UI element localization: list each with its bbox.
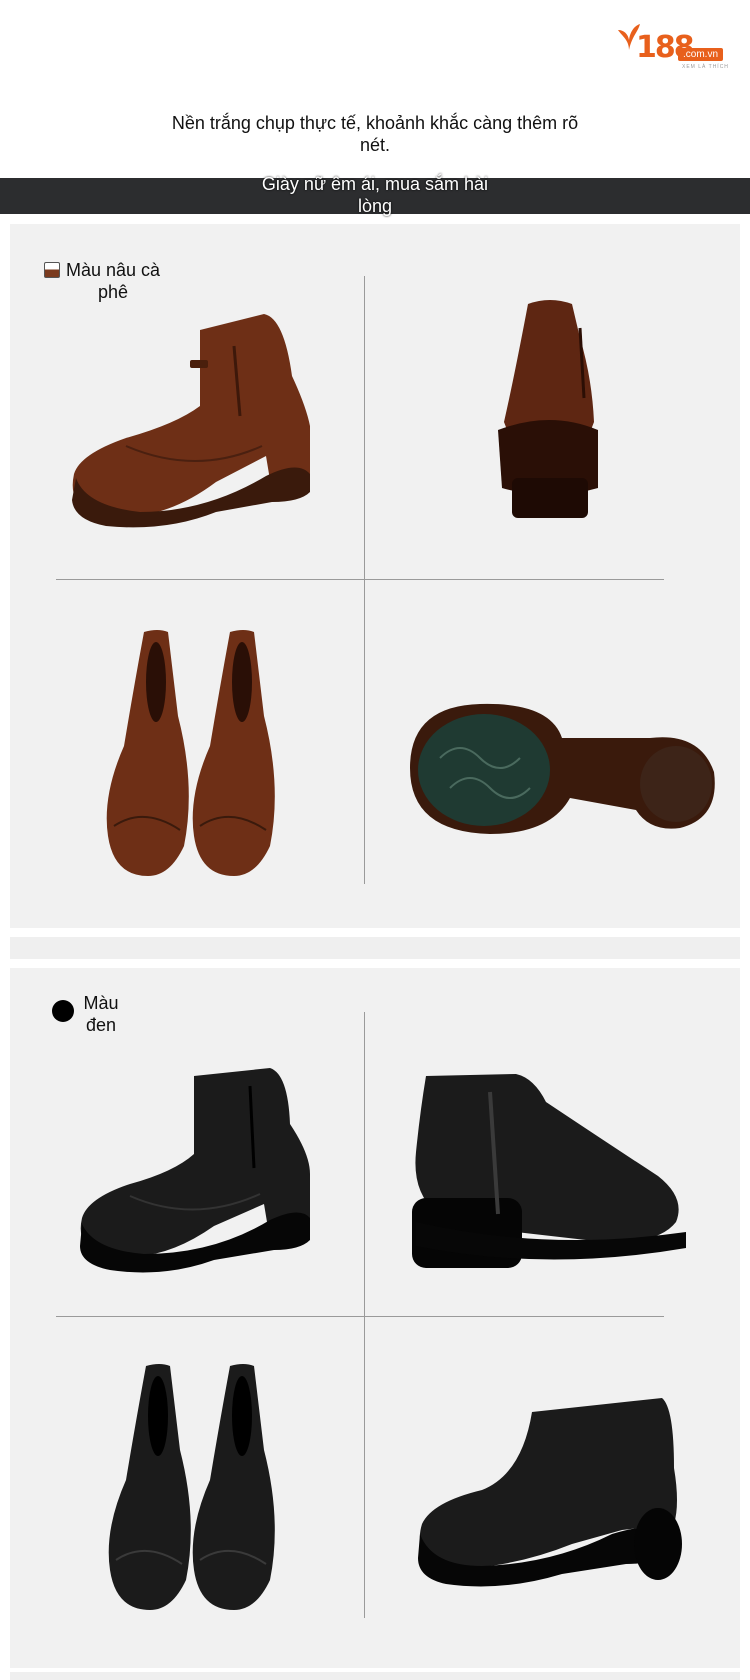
grid-horizontal-line (56, 579, 664, 580)
bottom-strip (10, 1672, 740, 1680)
grid-horizontal-line (56, 1316, 664, 1317)
brown-boot-side-image[interactable] (66, 306, 326, 556)
banner-text: Giày nữ êm ái, mua sắm hài lòng (261, 174, 489, 216)
grid-vertical-line (364, 1012, 365, 1618)
black-circle-swatch-icon (52, 1000, 74, 1022)
black-boot-side-image[interactable] (74, 1064, 324, 1288)
brown-boots-top-image[interactable] (104, 626, 294, 882)
headline: Nền trắng chụp thực tế, khoảnh khắc càng… (171, 113, 579, 155)
grid-vertical-line (364, 276, 365, 884)
section-divider (10, 937, 740, 959)
brown-boot-back-image[interactable] (494, 298, 604, 522)
logo-tagline: XEM LÀ THÍCH (682, 64, 729, 70)
brand-logo[interactable]: 188 .com.vn XEM LÀ THÍCH (616, 22, 734, 72)
logo-domain: .com.vn (678, 48, 724, 61)
color-label-black: Màu đen (83, 993, 119, 1035)
black-boot-inner-image[interactable] (406, 1072, 690, 1272)
color-label-brown: Màu nâu cà phê (65, 260, 161, 302)
black-boots-top-image[interactable] (106, 1360, 292, 1616)
brown-boot-sole-image[interactable] (400, 698, 720, 838)
black-boot-angled-image[interactable] (412, 1394, 686, 1594)
